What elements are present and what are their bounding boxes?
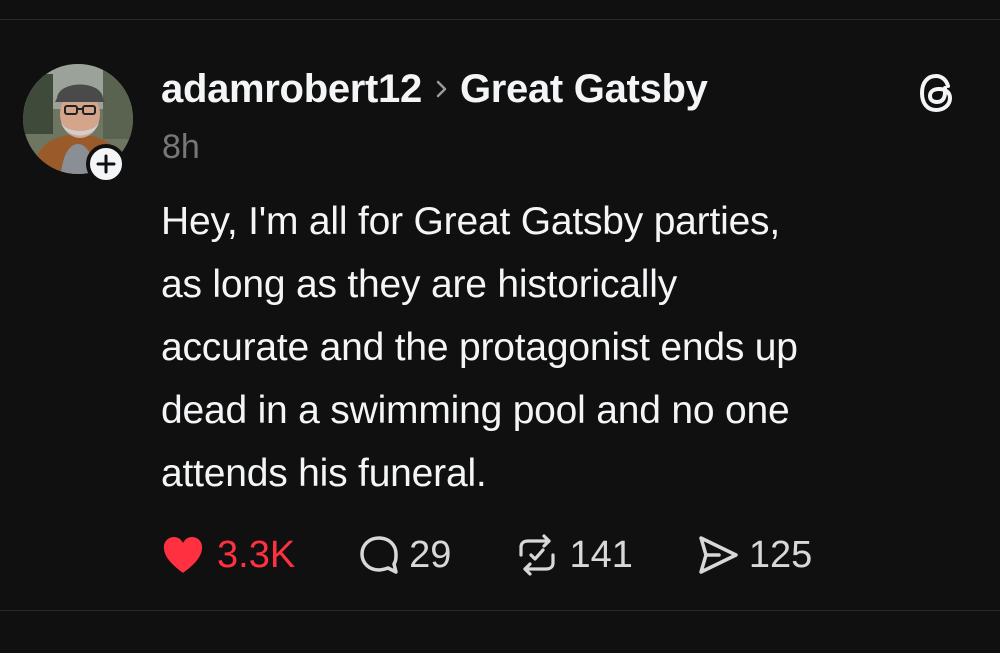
repost-button[interactable]: 141 xyxy=(513,533,633,577)
post-body: Hey, I'm all for Great Gatsby parties, a… xyxy=(161,190,981,505)
post-timestamp: 8h xyxy=(162,128,200,166)
post-body-line: Hey, I'm all for Great Gatsby parties, xyxy=(161,200,780,243)
post-body-line: accurate and the protagonist ends up xyxy=(161,326,798,369)
thread-post: adamrobert12 Great Gatsby 8h Hey, I'm al… xyxy=(0,0,1000,653)
threads-logo-icon[interactable] xyxy=(915,71,959,120)
action-bar: 3.3K 29 141 125 xyxy=(161,530,812,580)
chevron-right-icon xyxy=(436,79,448,99)
post-body-line: attends his funeral. xyxy=(161,452,487,495)
reply-button[interactable]: 29 xyxy=(357,533,451,577)
like-count: 3.3K xyxy=(217,533,296,576)
speech-bubble-icon xyxy=(360,536,398,574)
post-body-line: dead in a swimming pool and no one xyxy=(161,389,790,432)
share-button[interactable]: 125 xyxy=(695,533,812,577)
like-button[interactable]: 3.3K xyxy=(161,534,295,577)
follow-button[interactable] xyxy=(86,144,126,184)
post-body-line: as long as they are historically xyxy=(161,263,678,306)
username-link[interactable]: adamrobert12 xyxy=(161,67,422,112)
topic-tag-link[interactable]: Great Gatsby xyxy=(460,67,708,112)
heart-filled-icon xyxy=(163,537,203,573)
repost-icon xyxy=(519,534,556,576)
reply-count: 29 xyxy=(409,533,452,576)
plus-icon xyxy=(96,154,116,174)
repost-count: 141 xyxy=(569,533,633,576)
post-header: adamrobert12 Great Gatsby xyxy=(161,64,708,114)
send-icon xyxy=(699,536,738,574)
share-count: 125 xyxy=(748,533,813,576)
bottom-divider xyxy=(0,610,1000,611)
